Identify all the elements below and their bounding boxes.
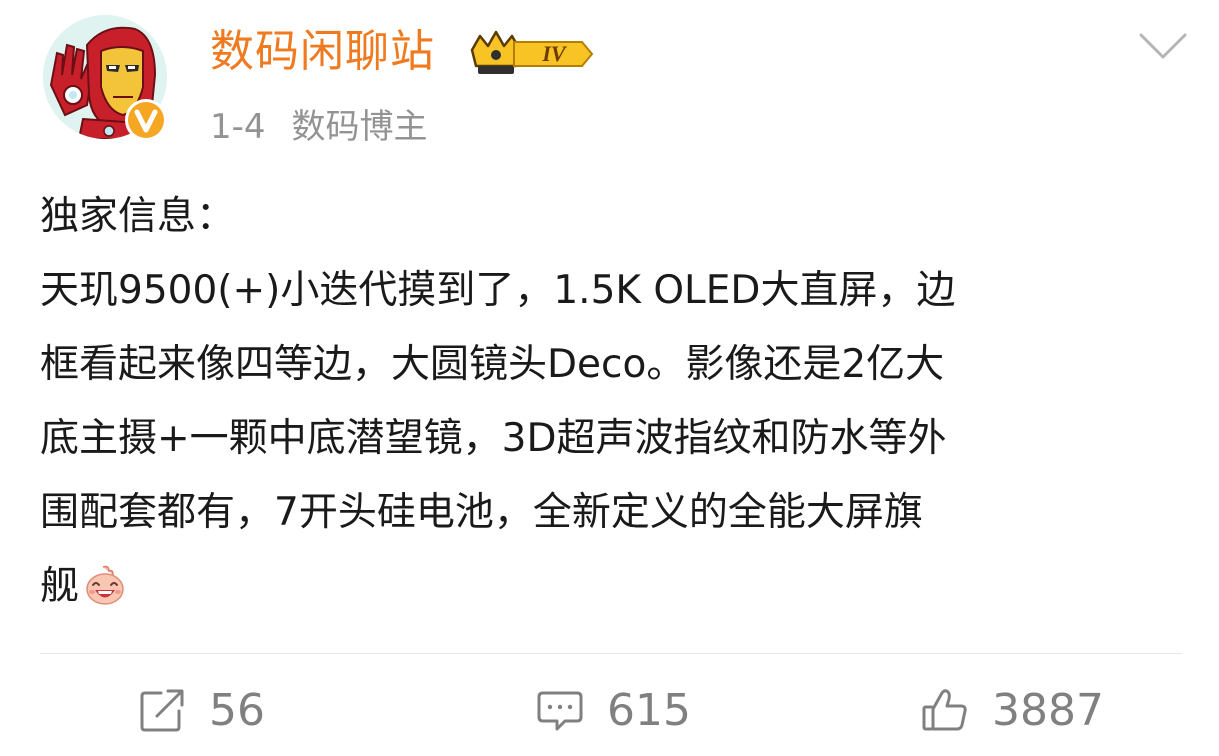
comment-button[interactable]: 615 bbox=[535, 680, 691, 740]
level-badge-text: IV bbox=[541, 41, 568, 66]
post-line: 底主摄+一颗中底潜望镜，3D超声波指纹和防水等外 bbox=[40, 416, 947, 461]
comment-count: 615 bbox=[607, 684, 691, 736]
post-line: 框看起来像四等边，大圆镜头Deco。影像还是2亿大 bbox=[40, 342, 945, 387]
post-line: 围配套都有，7开头硅电池，全新定义的全能大屏旗 bbox=[40, 490, 923, 535]
like-count: 3887 bbox=[992, 684, 1104, 736]
weibo-post: 数码闲聊站 IV 1-4 数码博主 独家信息： 天玑9500(+)小迭代摸到了，1… bbox=[0, 0, 1219, 756]
repost-count: 56 bbox=[209, 684, 265, 736]
divider bbox=[40, 653, 1182, 654]
post-time: 1-4 bbox=[210, 107, 266, 147]
post-line: 舰 bbox=[40, 564, 80, 609]
repost-icon bbox=[140, 689, 184, 732]
author-avatar-wrap[interactable] bbox=[43, 15, 171, 143]
like-button[interactable]: 3887 bbox=[920, 680, 1104, 740]
post-meta: 1-4 数码博主 bbox=[210, 104, 428, 150]
repost-button[interactable]: 56 bbox=[137, 680, 265, 740]
post-line-last: 舰 bbox=[40, 550, 1180, 624]
verified-badge-icon bbox=[125, 99, 167, 141]
post-content: 独家信息： 天玑9500(+)小迭代摸到了，1.5K OLED大直屏，边 框看起… bbox=[40, 180, 1180, 624]
post-line: 天玑9500(+)小迭代摸到了，1.5K OLED大直屏，边 bbox=[40, 268, 956, 313]
level-badge-icon: IV bbox=[470, 30, 594, 74]
author-tag: 数码博主 bbox=[291, 107, 428, 147]
chevron-down-icon[interactable] bbox=[1138, 30, 1188, 62]
post-line: 独家信息： bbox=[40, 194, 236, 239]
laughing-emoji-icon bbox=[86, 565, 124, 605]
comment-icon bbox=[537, 691, 583, 731]
author-name[interactable]: 数码闲聊站 bbox=[210, 24, 435, 80]
thumbs-up-icon bbox=[922, 689, 967, 731]
